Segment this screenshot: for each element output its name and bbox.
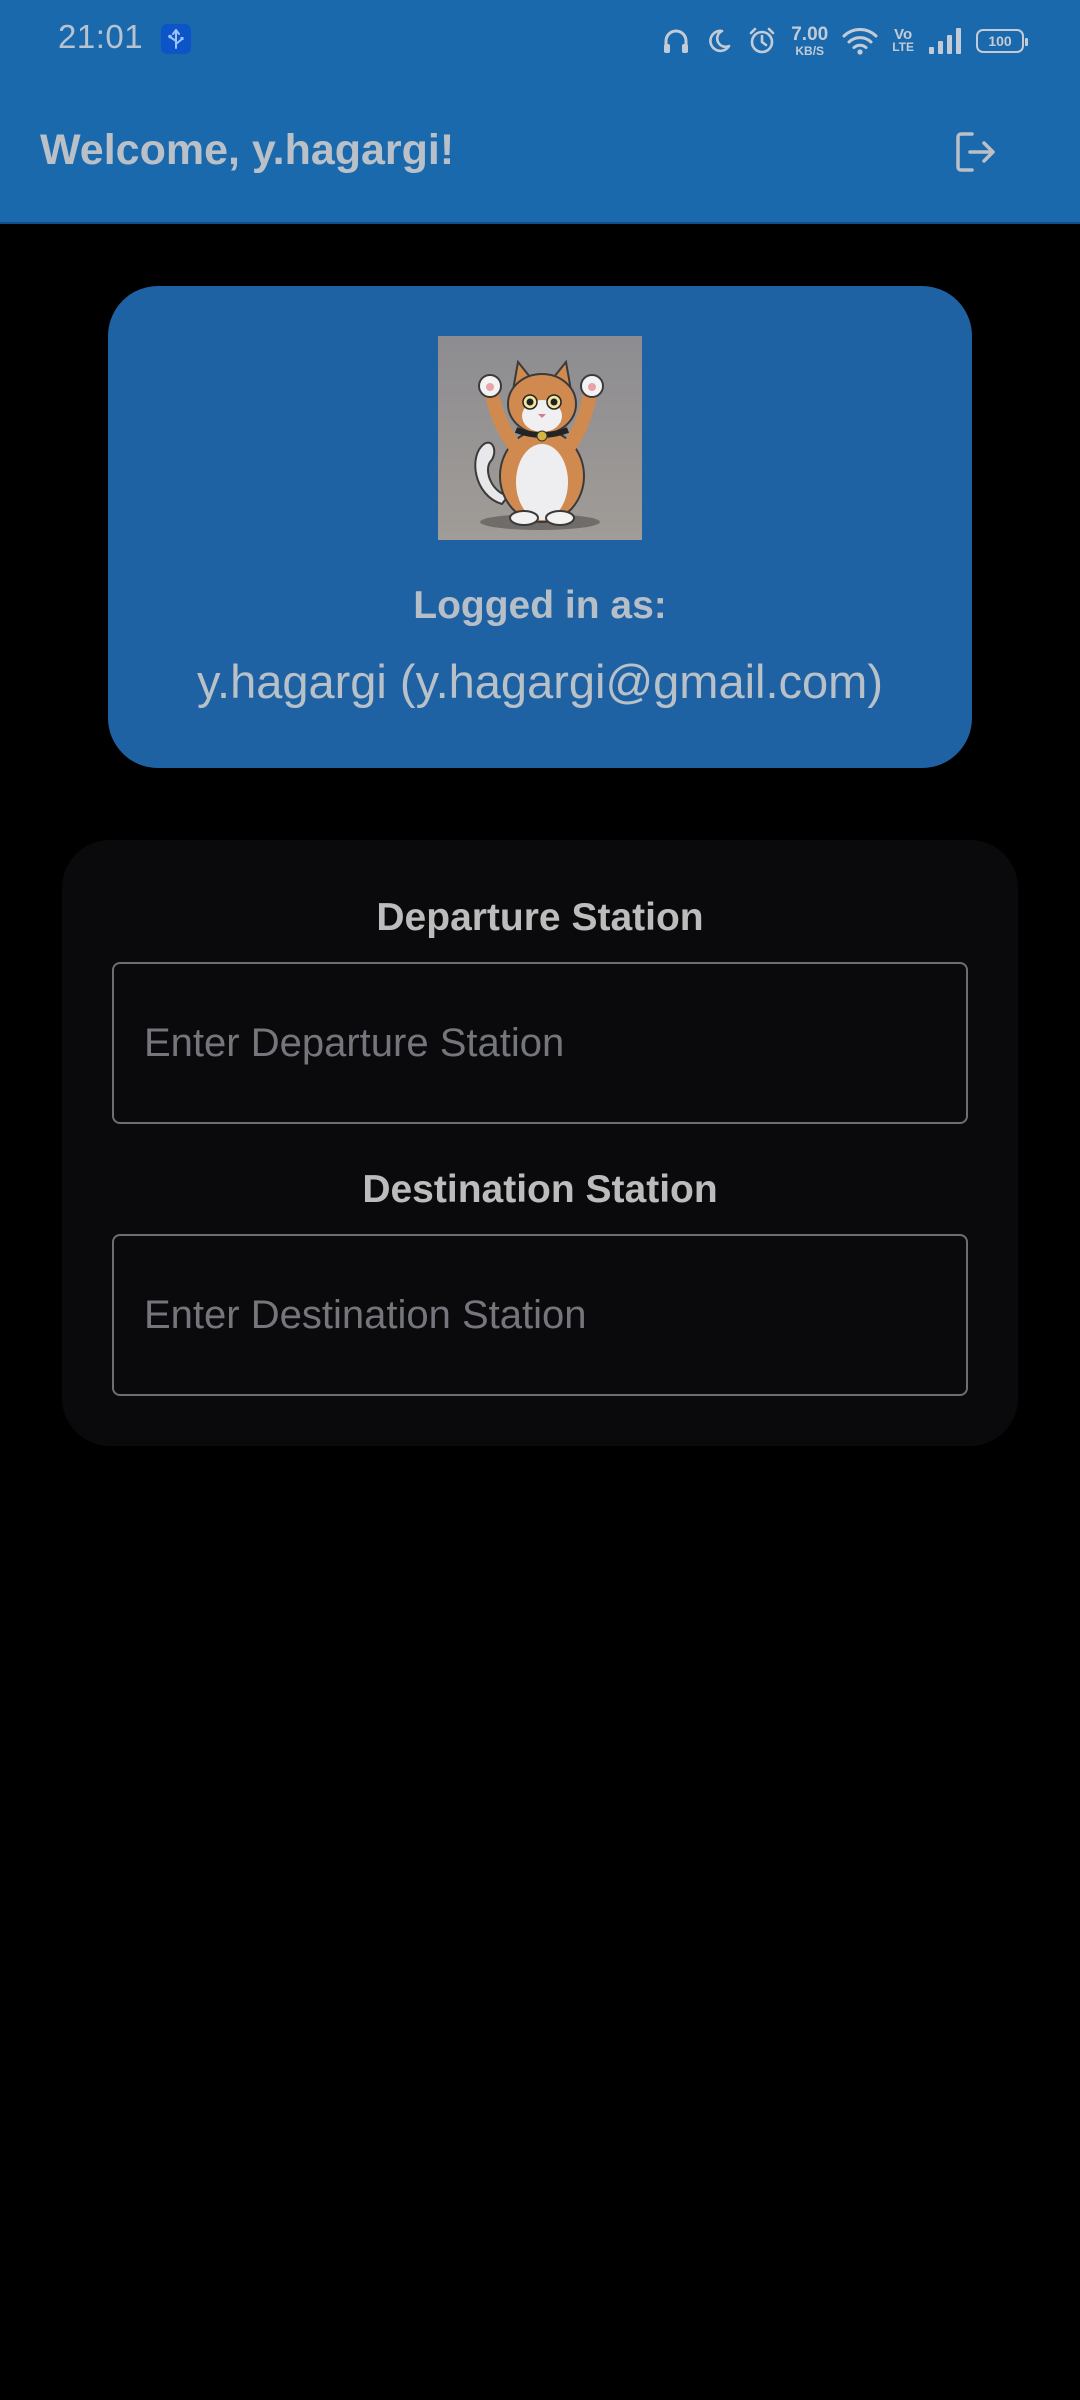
status-time: 21:01 — [58, 18, 144, 55]
profile-card: Logged in as: y.hagargi (y.hagargi@gmail… — [108, 286, 972, 768]
volte-indicator: Vo LTE — [892, 26, 914, 55]
destination-station-label: Destination Station — [362, 1168, 718, 1211]
departure-station-field[interactable] — [112, 962, 968, 1124]
departure-station-label: Departure Station — [376, 896, 704, 939]
battery-icon: 100 — [976, 29, 1028, 53]
signal-icon — [928, 27, 962, 55]
status-icons: 7.00 KB/S Vo LTE 100 — [661, 22, 1028, 60]
logout-button[interactable] — [946, 124, 1006, 184]
headphones-icon — [661, 26, 691, 56]
station-form-card: Departure Station Destination Station — [62, 840, 1018, 1446]
app-top-bar: 21:01 7.00 KB/S Vo LTE 100 Welcome, y.ha… — [0, 0, 1080, 224]
logged-in-label: Logged in as: — [413, 584, 667, 627]
moon-icon — [705, 27, 733, 55]
logout-icon — [952, 128, 1000, 181]
net-speed: 7.00 KB/S — [791, 24, 829, 58]
status-bar: 21:01 7.00 KB/S Vo LTE 100 — [0, 0, 1080, 80]
cat-avatar-icon — [438, 336, 642, 540]
page-title: Welcome, y.hagargi! — [40, 126, 455, 174]
alarm-icon — [747, 26, 777, 56]
destination-station-input[interactable] — [114, 1236, 966, 1394]
wifi-icon — [842, 27, 878, 55]
usb-icon — [161, 24, 191, 54]
departure-station-input[interactable] — [114, 964, 966, 1122]
destination-station-field[interactable] — [112, 1234, 968, 1396]
logged-in-user: y.hagargi (y.hagargi@gmail.com) — [197, 655, 883, 708]
